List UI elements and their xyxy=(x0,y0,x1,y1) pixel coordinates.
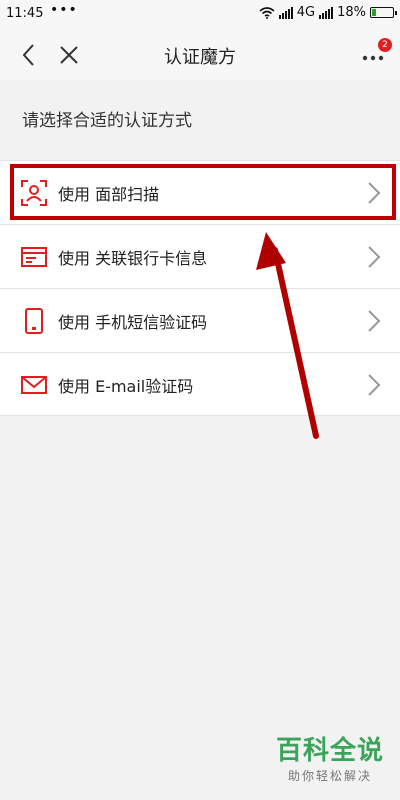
option-label: 使用 手机短信验证码 xyxy=(58,313,208,332)
option-label: 使用 面部扫描 xyxy=(58,185,160,204)
status-time: 11:45 xyxy=(6,6,44,21)
status-right: 4G 18% xyxy=(259,5,397,20)
auth-prompt: 请选择合适的认证方式 xyxy=(22,111,192,131)
bank-card-icon xyxy=(21,247,47,267)
option-face-scan[interactable]: 使用 面部扫描 xyxy=(0,160,400,224)
watermark-title: 百科全说 xyxy=(275,736,384,766)
battery-percent: 18% xyxy=(337,5,366,20)
chevron-right-icon xyxy=(368,374,381,396)
option-label: 使用 关联银行卡信息 xyxy=(58,249,208,268)
signal-icon xyxy=(278,6,293,19)
notification-badge: 2 xyxy=(378,38,392,52)
status-bar: 11:45 ••• 4G 18% xyxy=(0,0,400,30)
battery-icon xyxy=(370,7,397,18)
notification-dots: ••• xyxy=(50,2,78,18)
network-type: 4G xyxy=(296,5,316,20)
chevron-right-icon xyxy=(368,182,381,204)
wifi-icon xyxy=(259,6,275,19)
option-label: 使用 E-mail验证码 xyxy=(58,377,194,396)
option-sms[interactable]: 使用 手机短信验证码 xyxy=(0,288,400,352)
mail-icon xyxy=(21,376,47,394)
watermark-subtitle: 助你轻松解决 xyxy=(287,769,372,783)
chevron-right-icon xyxy=(368,246,381,268)
watermark-logo: 百科全说 助你轻松解决 xyxy=(276,730,384,784)
option-bank-card[interactable]: 使用 关联银行卡信息 xyxy=(0,224,400,288)
page-title: 认证魔方 xyxy=(164,47,236,68)
chevron-right-icon xyxy=(368,310,381,332)
phone-icon xyxy=(25,308,43,334)
auth-method-list: 使用 面部扫描 使用 关联银行卡信息 使用 手机短信验证码 使用 E-mail验… xyxy=(0,160,400,416)
option-email[interactable]: 使用 E-mail验证码 xyxy=(0,352,400,416)
face-scan-icon xyxy=(21,180,47,206)
signal-icon-2 xyxy=(319,6,334,19)
nav-bar: 认证魔方 2 xyxy=(0,30,400,80)
